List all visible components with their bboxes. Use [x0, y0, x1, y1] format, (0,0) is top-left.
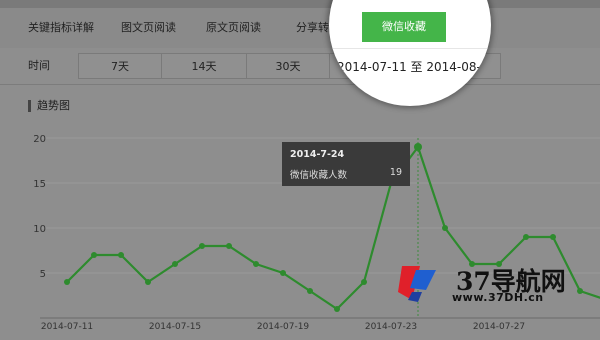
data-point: [334, 306, 340, 312]
chevron-down-icon[interactable]: [487, 64, 491, 69]
tooltip-value: 19: [389, 167, 402, 178]
tooltip-date: 2014-7-24: [290, 149, 345, 160]
data-point: [414, 143, 422, 151]
x-tick-label: 2014-07-27: [473, 322, 525, 332]
y-tick-label: 15: [33, 179, 46, 190]
data-point: [172, 261, 178, 267]
watermark-url: www.37DH.cn: [452, 291, 544, 304]
x-tick-label: 2014-07-23: [365, 322, 417, 332]
tooltip-metric: 微信收藏人数: [290, 170, 348, 181]
y-tick-label: 20: [33, 134, 46, 145]
data-point: [199, 243, 205, 249]
x-tick-label: 2014-07-11: [41, 322, 93, 332]
data-point: [307, 288, 313, 294]
data-point: [226, 243, 232, 249]
y-tick-label: 10: [33, 224, 46, 235]
x-tick-label: 2014-07-19: [257, 322, 310, 332]
y-tick-label: 5: [40, 269, 46, 280]
data-point: [523, 234, 529, 240]
data-point: [361, 279, 367, 285]
x-tick-label: 2014-07-15: [149, 322, 201, 332]
magnifier: 微信收藏 2014-07-11 至 2014-08-04: [329, 0, 491, 106]
data-point: [91, 252, 97, 258]
data-point: [442, 225, 448, 231]
magnifier-separator: [329, 48, 491, 49]
chart-tooltip: 2014-7-24 微信收藏人数 19: [282, 142, 410, 186]
data-point: [253, 261, 259, 267]
tab-wechat-favorites[interactable]: 微信收藏: [362, 12, 446, 42]
stats-page: 关键指标详解 图文页阅读 原文页阅读 分享转 时间 7天 14天 30天 趋势图…: [0, 0, 600, 340]
data-point: [64, 279, 70, 285]
data-point: [118, 252, 124, 258]
data-point: [145, 279, 151, 285]
date-range-value[interactable]: 2014-07-11 至 2014-08-04: [337, 58, 491, 75]
data-point: [550, 234, 556, 240]
data-point: [280, 270, 286, 276]
